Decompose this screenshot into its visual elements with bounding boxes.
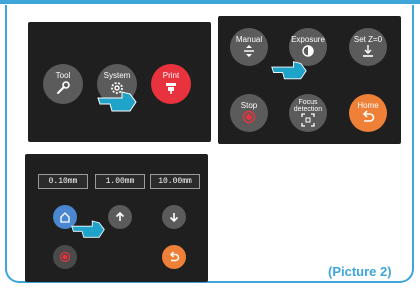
print-button[interactable]: Print	[151, 64, 191, 104]
manual-move-screen: 0.10mm 1.00mm 10.00mm	[25, 154, 208, 282]
step-1mm-button[interactable]: 1.00mm	[95, 174, 145, 189]
tool-button[interactable]: Tool	[43, 64, 83, 104]
home-label: Home	[357, 101, 379, 110]
main-menu-screen: Tool System Print	[28, 22, 211, 142]
top-accent-bar	[0, 0, 420, 4]
print-label: Print	[162, 71, 180, 80]
print-icon	[166, 83, 176, 94]
move-up-button[interactable]	[108, 205, 132, 229]
picture-caption: (Picture 2)	[328, 264, 392, 279]
step-10mm-button[interactable]: 10.00mm	[150, 174, 200, 189]
focus-detection-button[interactable]: Focus detection	[289, 94, 327, 132]
back-icon	[362, 110, 375, 122]
stop-icon	[242, 110, 256, 124]
stop-label: Stop	[240, 101, 258, 110]
focus-icon	[301, 113, 315, 127]
back-icon	[170, 251, 180, 262]
hand-pointer-icon	[71, 220, 105, 238]
step-0-1mm-button[interactable]: 0.10mm	[38, 174, 88, 189]
set-zero-icon	[363, 45, 373, 57]
set-z-label: Set Z=0	[353, 35, 383, 44]
arrow-up-icon	[115, 211, 125, 221]
stop-button[interactable]	[53, 245, 77, 269]
set-z-zero-button[interactable]: Set Z=0	[349, 28, 387, 66]
tool-menu-screen: Manual Exposure Set Z=0 Stop Focus detec…	[218, 16, 401, 144]
stop-icon	[59, 251, 71, 263]
exposure-label: Exposure	[291, 35, 325, 44]
hand-pointer-icon	[97, 91, 137, 112]
move-down-button[interactable]	[162, 205, 186, 229]
focus-label: Focus detection	[293, 99, 323, 113]
arrow-down-icon	[169, 213, 179, 223]
system-label: System	[103, 71, 131, 80]
tool-label: Tool	[55, 71, 71, 80]
hand-pointer-icon	[271, 61, 307, 80]
wrench-icon	[57, 81, 70, 94]
back-button[interactable]	[162, 245, 186, 269]
stop-button[interactable]: Stop	[230, 94, 268, 132]
up-down-arrows-icon	[244, 45, 254, 57]
manual-label: Manual	[235, 35, 263, 44]
manual-button[interactable]: Manual	[230, 28, 268, 66]
home-button[interactable]: Home	[349, 94, 387, 132]
